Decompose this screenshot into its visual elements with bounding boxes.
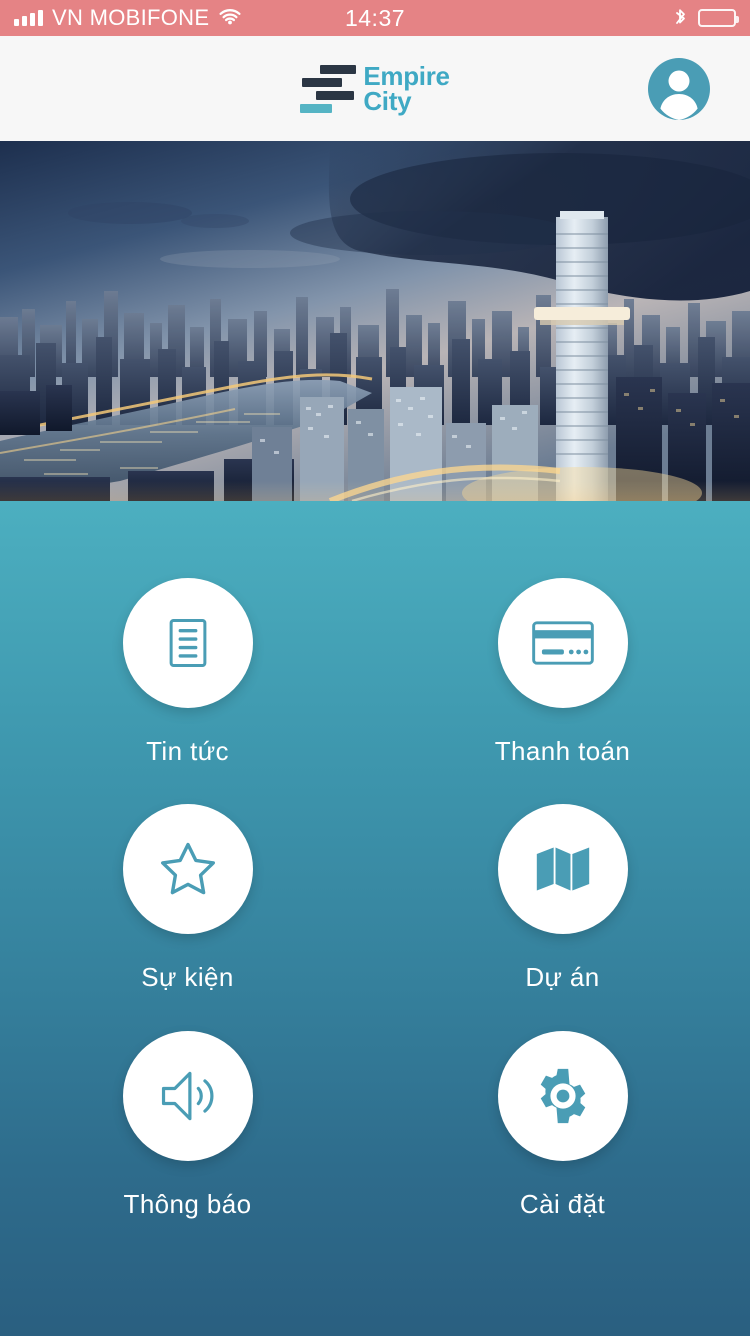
menu-item-news[interactable]: Tin tức (0, 559, 375, 786)
brand-logo[interactable]: Empire City (300, 63, 450, 116)
brand-logo-text: Empire City (363, 63, 450, 116)
app-header: Empire City (0, 36, 750, 141)
status-bar-right (674, 8, 750, 28)
menu-item-payment[interactable]: Thanh toán (375, 559, 750, 786)
menu-item-settings[interactable]: Cài đặt (375, 1012, 750, 1239)
user-avatar-icon[interactable] (648, 57, 710, 120)
gear-icon (497, 1031, 628, 1162)
status-bar-left: VN MOBIFONE (0, 5, 242, 31)
menu-item-notifications[interactable]: Thông báo (0, 1012, 375, 1239)
hero-banner-image (0, 141, 750, 501)
app-root: VN MOBIFONE 14:37 Empire City Tin tức Th… (0, 0, 750, 1336)
signal-bars-icon (14, 10, 43, 26)
news-document-icon (122, 577, 253, 708)
menu-item-label: Thông báo (123, 1189, 252, 1220)
empire-city-bars-logo (300, 64, 357, 114)
brand-logo-line2: City (363, 85, 412, 116)
status-bar: VN MOBIFONE 14:37 (0, 0, 750, 36)
wifi-icon (218, 9, 242, 27)
menu-item-label: Cài đặt (519, 1189, 606, 1220)
menu-item-label: Sự kiện (141, 962, 234, 993)
menu-item-label: Tin tức (146, 735, 229, 766)
carrier-label: VN MOBIFONE (52, 5, 210, 30)
menu-item-events[interactable]: Sự kiện (0, 786, 375, 1013)
battery-icon (698, 9, 739, 27)
bluetooth-icon (674, 8, 687, 28)
star-icon (122, 804, 253, 935)
menu-item-label: Dự án (525, 962, 600, 993)
credit-card-icon (497, 577, 628, 708)
menu-item-label: Thanh toán (494, 735, 631, 766)
menu-item-projects[interactable]: Dự án (375, 786, 750, 1013)
clock-label: 14:37 (344, 4, 406, 31)
map-icon (497, 804, 628, 935)
speaker-announcement-icon (122, 1031, 253, 1162)
main-menu: Tin tức Thanh toán Sự kiện Dự án Thông b… (0, 501, 750, 1336)
menu-grid: Tin tức Thanh toán Sự kiện Dự án Thông b… (0, 559, 750, 1239)
